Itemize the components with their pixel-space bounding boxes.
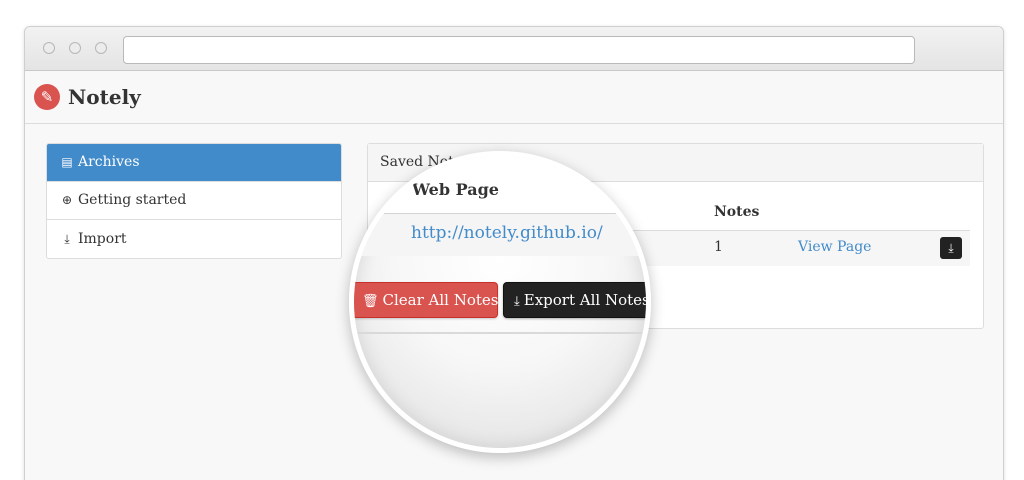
export-all-notes-button[interactable]: ⤓ Export All Notes [503, 282, 650, 318]
export-all-label: Export All Notes [523, 291, 650, 309]
export-icon: ⤓ [514, 294, 520, 309]
browser-toolbar [25, 27, 1003, 71]
import-icon: ⤓ [64, 231, 70, 246]
clear-all-notes-button[interactable]: 🗑 Clear All Notes [354, 282, 499, 318]
column-header-notes: Notes [714, 204, 760, 220]
app-header: ✎ Notely [25, 71, 1003, 124]
sidebar-item-archives[interactable]: ▤ Archives [47, 144, 341, 182]
export-icon: ⤓ [948, 241, 954, 255]
clear-all-label: Clear All Notes [382, 291, 499, 309]
minimize-window-button[interactable] [69, 42, 81, 54]
sidebar-nav: ▤ Archives ⊕ Getting started ⤓ Import [46, 143, 342, 259]
archive-icon: ▤ [61, 155, 73, 169]
lifebuoy-icon: ⊕ [61, 193, 73, 207]
sidebar-item-getting-started[interactable]: ⊕ Getting started [47, 182, 341, 220]
web-page-link[interactable]: http://notely.github.io/ [411, 223, 603, 243]
trash-icon: 🗑 [362, 294, 379, 309]
address-bar[interactable] [123, 36, 915, 64]
close-window-button[interactable] [43, 42, 55, 54]
sidebar-item-import[interactable]: ⤓ Import [47, 220, 341, 258]
sidebar-item-label: Archives [78, 154, 140, 170]
export-row-button[interactable]: ⤓ [940, 237, 962, 259]
notes-count: 1 [714, 239, 723, 255]
sidebar-item-label: Getting started [78, 192, 187, 208]
maximize-window-button[interactable] [95, 42, 107, 54]
sidebar-item-label: Import [78, 230, 127, 247]
view-page-link[interactable]: View Page [798, 239, 871, 255]
feather-icon: ✎ [34, 84, 60, 110]
magnifier-lens: Web Page http://notely.github.io/ 🗑 Clear… [349, 151, 651, 453]
column-header-web-page: Web Page [412, 180, 499, 199]
brand-title[interactable]: Notely [68, 85, 141, 109]
divider [354, 332, 646, 334]
